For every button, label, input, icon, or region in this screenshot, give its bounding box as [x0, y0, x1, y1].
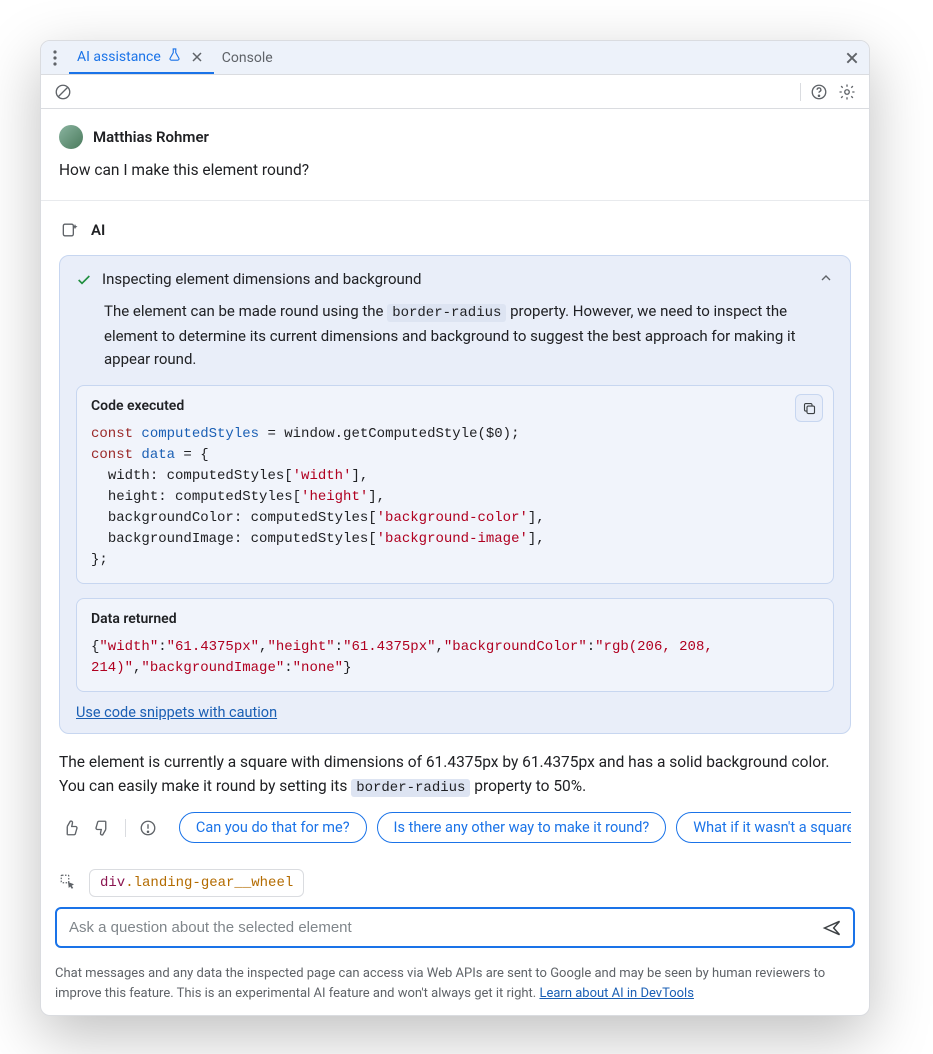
inspect-description: The element can be made round using the … — [104, 300, 834, 371]
send-button[interactable] — [817, 913, 847, 943]
data-returned-card: Data returned {"width":"61.4375px","heig… — [76, 598, 834, 692]
code-executed: const computedStyles = window.getCompute… — [91, 424, 819, 571]
tab-label: AI assistance — [77, 49, 161, 65]
data-returned-title: Data returned — [91, 611, 819, 627]
avatar — [59, 125, 83, 149]
ai-assistance-panel: AI assistance Console — [40, 40, 870, 1016]
thumbs-down-icon[interactable] — [90, 815, 115, 841]
close-panel-icon[interactable] — [835, 42, 869, 74]
element-pill[interactable]: div.landing-gear__wheel — [89, 869, 304, 897]
code-inline: border-radius — [387, 304, 506, 322]
check-icon — [76, 272, 92, 292]
ask-input[interactable] — [55, 907, 855, 948]
help-icon[interactable] — [805, 78, 833, 106]
suggestion-chip[interactable]: Can you do that for me? — [179, 812, 367, 843]
data-returned: {"width":"61.4375px","height":"61.4375px… — [91, 637, 819, 679]
experiment-icon — [167, 47, 182, 66]
tab-ai-assistance[interactable]: AI assistance — [69, 41, 214, 74]
user-header: Matthias Rohmer — [59, 125, 851, 149]
code-executed-title: Code executed — [91, 398, 819, 414]
inspect-title: Inspecting element dimensions and backgr… — [102, 270, 808, 288]
element-picker-icon[interactable] — [59, 873, 79, 893]
code-executed-card: Code executed const computedStyles = win… — [76, 385, 834, 584]
user-message: How can I make this element round? — [59, 159, 851, 182]
copy-button[interactable] — [795, 394, 823, 422]
divider — [41, 200, 869, 201]
toolbar — [41, 75, 869, 109]
tab-bar: AI assistance Console — [41, 41, 869, 75]
disclaimer: Chat messages and any data the inspected… — [41, 958, 869, 1015]
ai-sparkle-icon — [59, 219, 81, 241]
input-wrap — [55, 907, 855, 948]
feedback-row: Can you do that for me? Is there any oth… — [59, 812, 851, 843]
learn-more-link[interactable]: Learn about AI in DevTools — [539, 986, 693, 1001]
user-name: Matthias Rohmer — [93, 128, 209, 146]
suggestion-chip[interactable]: What if it wasn't a square? — [676, 812, 851, 843]
ai-header: AI — [59, 219, 851, 241]
code-inline: border-radius — [351, 779, 470, 797]
settings-icon[interactable] — [833, 78, 861, 106]
feedback-divider — [125, 819, 126, 837]
ai-response: The element is currently a square with d… — [59, 750, 851, 800]
thumbs-up-icon[interactable] — [59, 815, 84, 841]
tab-label: Console — [222, 50, 273, 66]
close-tab-icon[interactable] — [188, 48, 206, 66]
element-context-row: div.landing-gear__wheel — [41, 869, 869, 897]
toolbar-divider — [800, 83, 801, 101]
more-menu-icon[interactable] — [41, 42, 69, 74]
inspect-card: Inspecting element dimensions and backgr… — [59, 255, 851, 734]
suggestion-chip[interactable]: Is there any other way to make it round? — [377, 812, 667, 843]
clear-icon[interactable] — [49, 78, 77, 106]
tab-console[interactable]: Console — [214, 41, 281, 74]
collapse-icon[interactable] — [818, 270, 834, 290]
caution-link[interactable]: Use code snippets with caution — [76, 704, 277, 721]
report-icon[interactable] — [136, 815, 161, 841]
ai-label: AI — [91, 221, 105, 239]
